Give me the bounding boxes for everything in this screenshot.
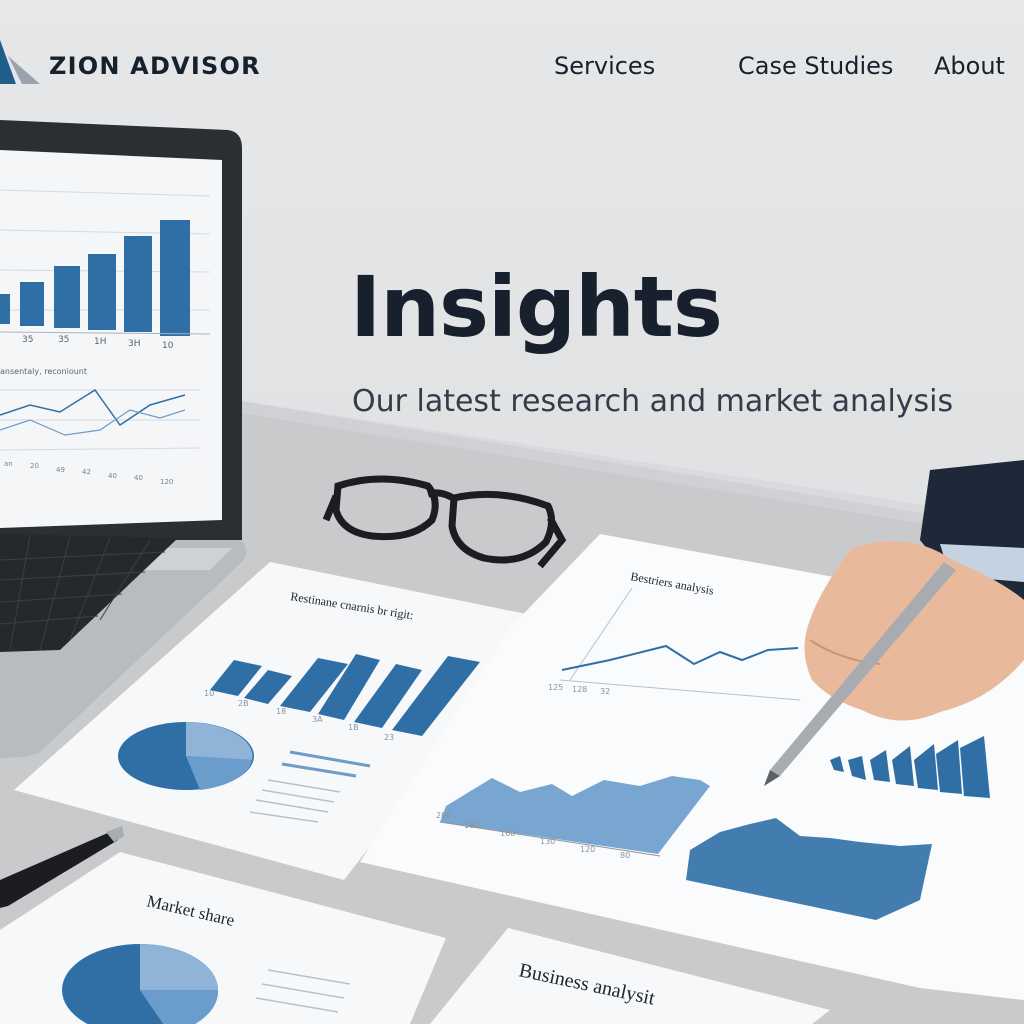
svg-text:10: 10: [204, 689, 214, 698]
desk-scene: 35 35 1H 3H 10 ansentaly, reconiount an 20 4…: [0, 120, 1024, 1024]
svg-text:20: 20: [30, 462, 39, 470]
page-subtitle: Our latest research and market analysis: [352, 384, 954, 419]
svg-text:80: 80: [620, 851, 630, 860]
page-title: Insights: [350, 258, 723, 356]
nav-link-services[interactable]: Services: [554, 52, 655, 80]
svg-text:40: 40: [134, 474, 143, 482]
svg-text:3H: 3H: [128, 339, 141, 349]
svg-text:18: 18: [276, 707, 286, 716]
logo-mountain-icon: [0, 40, 40, 84]
svg-text:120: 120: [160, 478, 173, 486]
svg-text:49: 49: [56, 466, 65, 474]
svg-text:35: 35: [22, 335, 33, 345]
svg-text:10: 10: [162, 341, 174, 351]
svg-text:2B: 2B: [238, 699, 249, 708]
svg-text:200: 200: [436, 811, 451, 820]
svg-text:180: 180: [464, 821, 479, 830]
brand-name[interactable]: ZION ADVISOR: [49, 52, 261, 80]
svg-text:40: 40: [108, 472, 117, 480]
laptop-chart-label: ansentaly, reconiount: [0, 367, 87, 376]
nav-link-case-studies[interactable]: Case Studies: [738, 52, 893, 80]
svg-text:125: 125: [548, 683, 563, 692]
svg-text:32: 32: [600, 687, 610, 696]
svg-text:128: 128: [572, 685, 587, 694]
svg-text:42: 42: [82, 468, 91, 476]
svg-text:160: 160: [500, 829, 515, 838]
svg-text:3A: 3A: [312, 715, 323, 724]
svg-text:1H: 1H: [94, 337, 107, 347]
site-header: ZION ADVISOR Services Case Studies About: [0, 0, 1024, 130]
svg-text:an: an: [4, 460, 13, 468]
svg-text:120: 120: [580, 845, 595, 854]
svg-text:1B: 1B: [348, 723, 359, 732]
nav-link-about[interactable]: About: [934, 52, 1005, 80]
svg-text:35: 35: [58, 335, 69, 345]
svg-text:23: 23: [384, 733, 394, 742]
svg-text:130: 130: [540, 837, 555, 846]
